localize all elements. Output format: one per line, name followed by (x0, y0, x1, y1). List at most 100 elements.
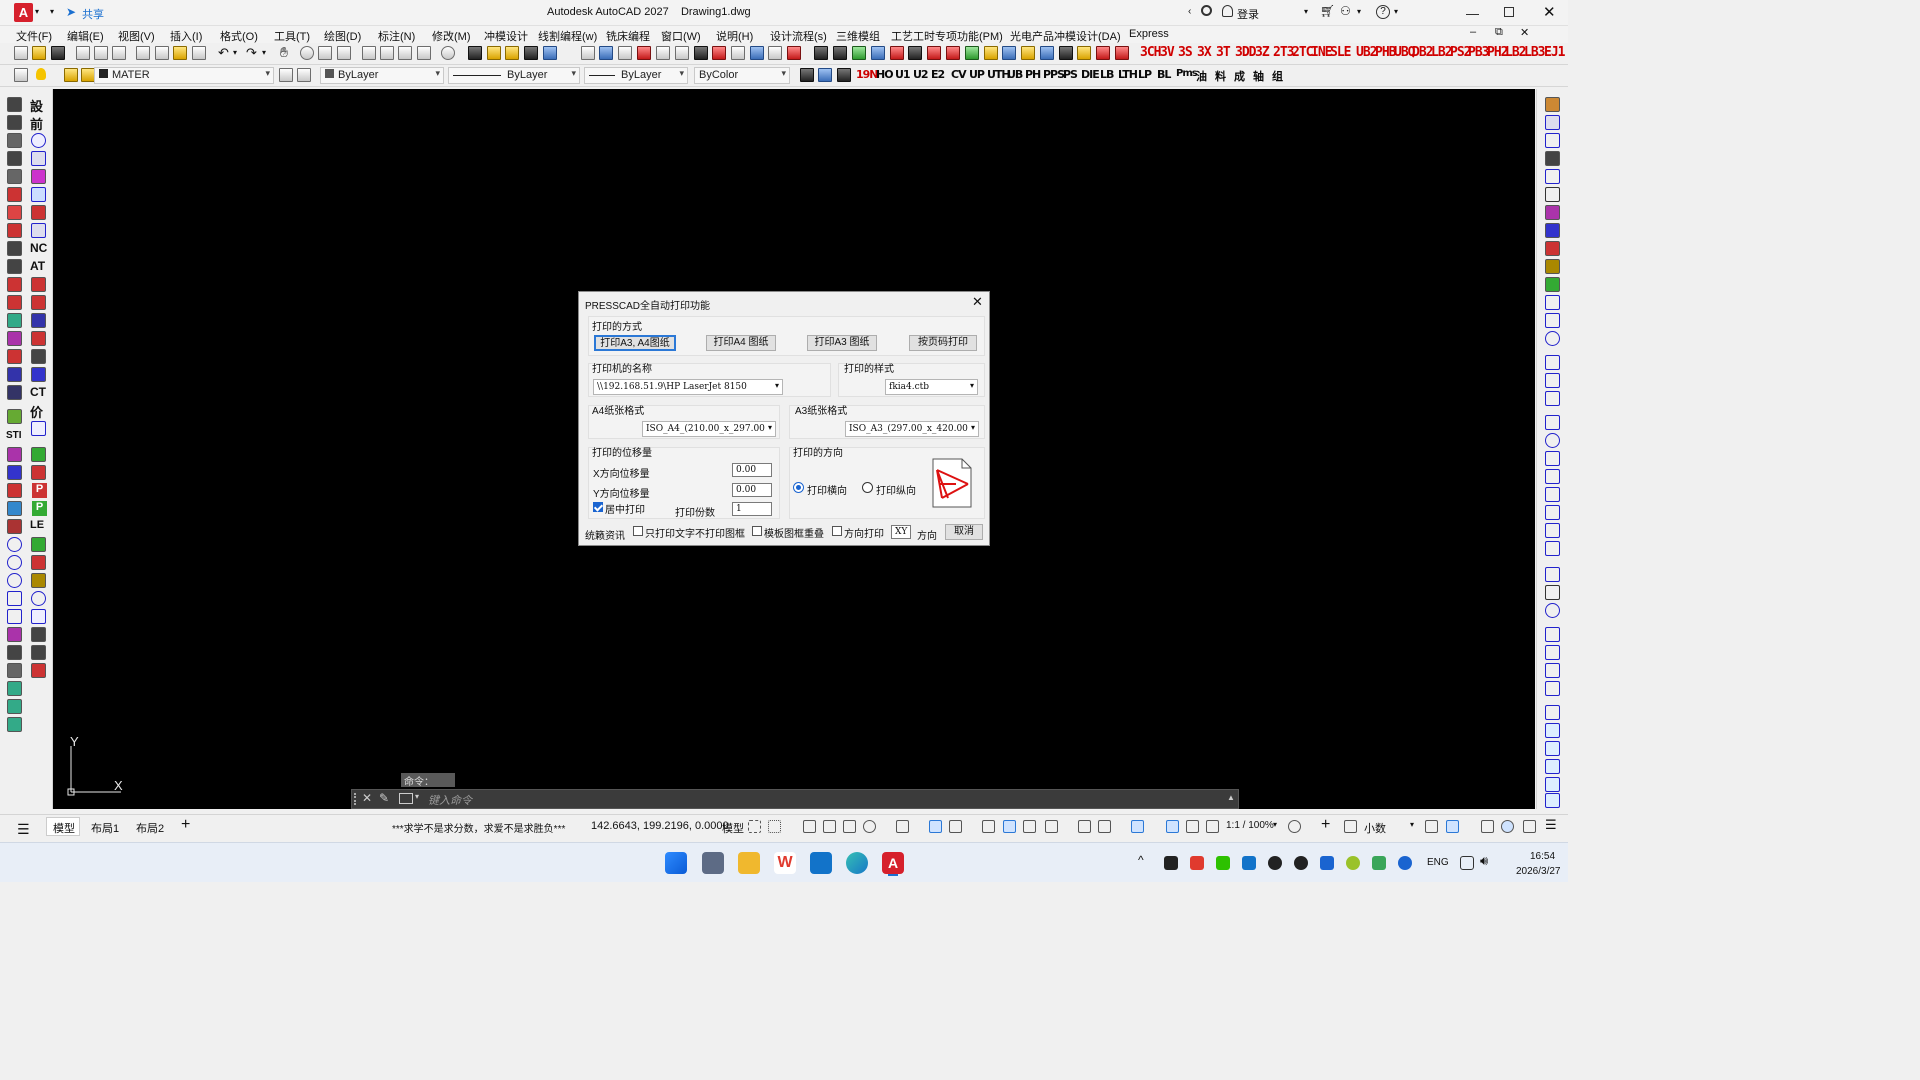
print-a3-a4-button[interactable]: 打印A3, A4图纸 (594, 335, 676, 351)
snap-icon[interactable] (768, 820, 781, 833)
tray-overflow-icon[interactable]: ^ (1138, 853, 1144, 867)
overlap-checkbox[interactable] (752, 526, 762, 536)
design-center-icon[interactable] (380, 46, 394, 60)
left-tool-5-icon[interactable] (7, 169, 22, 184)
copy-icon[interactable] (155, 46, 169, 60)
command-recent-icon[interactable] (399, 793, 413, 804)
tool-c-icon[interactable] (505, 46, 519, 60)
left-tool-27-icon[interactable] (7, 681, 22, 696)
command-customize-icon[interactable]: ✎ (379, 791, 389, 805)
red-tool-pb3[interactable]: PB3 (1468, 45, 1490, 60)
search-icon[interactable] (1201, 5, 1212, 16)
print-by-page-button[interactable]: 按页码打印 (909, 335, 977, 351)
right-tool-5-icon[interactable] (1545, 169, 1560, 184)
clock-date[interactable]: 2026/3/27 (1516, 866, 1561, 877)
left-tool-arc-icon[interactable] (7, 591, 22, 606)
3d-osnap-icon[interactable] (1045, 820, 1058, 833)
left-tool-12-icon[interactable] (7, 295, 22, 310)
tool-ae-icon[interactable] (1096, 46, 1110, 60)
menu-wire-cut[interactable]: 线割编程(w) (538, 28, 597, 44)
print-a4-button[interactable]: 打印A4 图纸 (706, 335, 776, 351)
left-tool-21-icon[interactable] (7, 483, 22, 498)
tool-a-icon[interactable] (468, 46, 482, 60)
left-tool-18-icon[interactable] (7, 409, 22, 424)
red-tool-3v[interactable]: 3V (1160, 45, 1175, 60)
transparency-icon[interactable] (1003, 820, 1016, 833)
right-tool-2-icon[interactable] (1545, 115, 1560, 130)
left-b-tool-8-icon[interactable] (31, 313, 46, 328)
people-dropdown-icon[interactable]: ▾ (1357, 7, 1361, 16)
right-tool-21-icon[interactable] (1545, 469, 1560, 484)
printer-select[interactable]: \\192.168.51.9\HP LaserJet 8150 ▾ (593, 379, 783, 395)
right-tool-8-icon[interactable] (1545, 223, 1560, 238)
tool-x-icon[interactable] (927, 46, 941, 60)
right-tool-6-icon[interactable] (1545, 187, 1560, 202)
left-tool-9-icon[interactable] (7, 241, 22, 256)
left-tool-14-icon[interactable] (7, 331, 22, 346)
right-tool-3-icon[interactable] (1545, 133, 1560, 148)
black-tool-up[interactable]: UP (969, 68, 985, 81)
chevron-left-icon[interactable]: ‹ (1188, 6, 1191, 17)
right-tool-23-icon[interactable] (1545, 505, 1560, 520)
units-dropdown-icon[interactable]: ▾ (1410, 820, 1414, 829)
right-tool-14-icon[interactable] (1545, 331, 1560, 346)
redo-dropdown-icon[interactable]: ▾ (262, 48, 266, 57)
left-tool-set-text[interactable]: 設 (30, 96, 43, 115)
command-expand-icon[interactable]: ▲ (1227, 793, 1235, 802)
tab-layout1[interactable]: 布局1 (91, 820, 119, 836)
black-tool-u2[interactable]: U2 (913, 68, 929, 81)
tool-g-icon[interactable] (599, 46, 613, 60)
right-tool-15-icon[interactable] (1545, 355, 1560, 370)
left-tool-29-icon[interactable] (7, 717, 22, 732)
properties-icon[interactable] (362, 46, 376, 60)
dynamic-ucs2-icon[interactable] (1078, 820, 1091, 833)
left-b-tool-21-icon[interactable] (31, 663, 46, 678)
right-tool-38-icon[interactable] (1545, 793, 1560, 808)
black-tool-19n[interactable]: 19N (856, 68, 878, 81)
dialog-close-icon[interactable]: ✕ (972, 294, 983, 310)
help-dropdown-icon[interactable]: ▾ (1394, 7, 1398, 16)
red-tool-lb3[interactable]: LB3 (1524, 45, 1546, 60)
red-tool-3dd[interactable]: 3DD (1235, 45, 1257, 60)
tool-s-icon[interactable] (833, 46, 847, 60)
outlook-tray-icon[interactable] (1242, 856, 1256, 870)
app-menu-dropdown-icon[interactable]: ▾ (35, 7, 39, 16)
paste-icon[interactable] (173, 46, 187, 60)
edge-icon[interactable] (846, 852, 868, 874)
add-layout-icon[interactable]: + (181, 816, 190, 834)
help-icon[interactable]: ? (1376, 5, 1390, 19)
left-tool-price[interactable]: 价 (30, 402, 43, 421)
publish-icon[interactable] (112, 46, 126, 60)
login-button[interactable]: 登录 (1237, 6, 1259, 22)
command-close-icon[interactable]: ✕ (362, 791, 372, 805)
model-space-toggle[interactable]: 模型 (722, 820, 744, 836)
coordinates-readout[interactable]: 142.6643, 199.2196, 0.0000 (591, 820, 729, 832)
left-tool-front-text[interactable]: 前 (30, 114, 43, 133)
left-tool-23-icon[interactable] (7, 519, 22, 534)
language-indicator[interactable]: ENG (1427, 857, 1449, 868)
command-recent-dropdown-icon[interactable]: ▾ (415, 792, 419, 801)
left-tool-circle-icon[interactable] (7, 537, 22, 552)
match-properties-icon[interactable] (192, 46, 206, 60)
direction-input[interactable]: XY (891, 525, 911, 539)
tool-layer-b-icon[interactable] (818, 68, 832, 82)
left-b-circle2-icon[interactable] (31, 591, 46, 606)
people-icon[interactable]: ⚇ (1340, 4, 1351, 18)
tool-n-icon[interactable] (731, 46, 745, 60)
black-tool-ho[interactable]: HO (876, 68, 894, 81)
black-tool-cv[interactable]: CV (951, 68, 967, 81)
tool-y-icon[interactable] (946, 46, 960, 60)
left-tool-26-icon[interactable] (7, 663, 22, 678)
left-tool-6-icon[interactable] (7, 187, 22, 202)
quick-properties-icon[interactable] (1425, 820, 1438, 833)
right-tool-31-icon[interactable] (1545, 663, 1560, 678)
layout-menu-icon[interactable]: ☰ (17, 821, 30, 838)
right-tool-30-icon[interactable] (1545, 645, 1560, 660)
doc-minimize-icon[interactable]: – (1470, 26, 1476, 38)
left-tool-22-icon[interactable] (7, 501, 22, 516)
left-b-tool-12-icon[interactable] (31, 421, 46, 436)
gizmo-icon[interactable] (1131, 820, 1144, 833)
black-tool-pms[interactable]: Pms (1176, 68, 1198, 79)
ortho-icon[interactable] (843, 820, 856, 833)
right-tool-1-icon[interactable] (1545, 97, 1560, 112)
